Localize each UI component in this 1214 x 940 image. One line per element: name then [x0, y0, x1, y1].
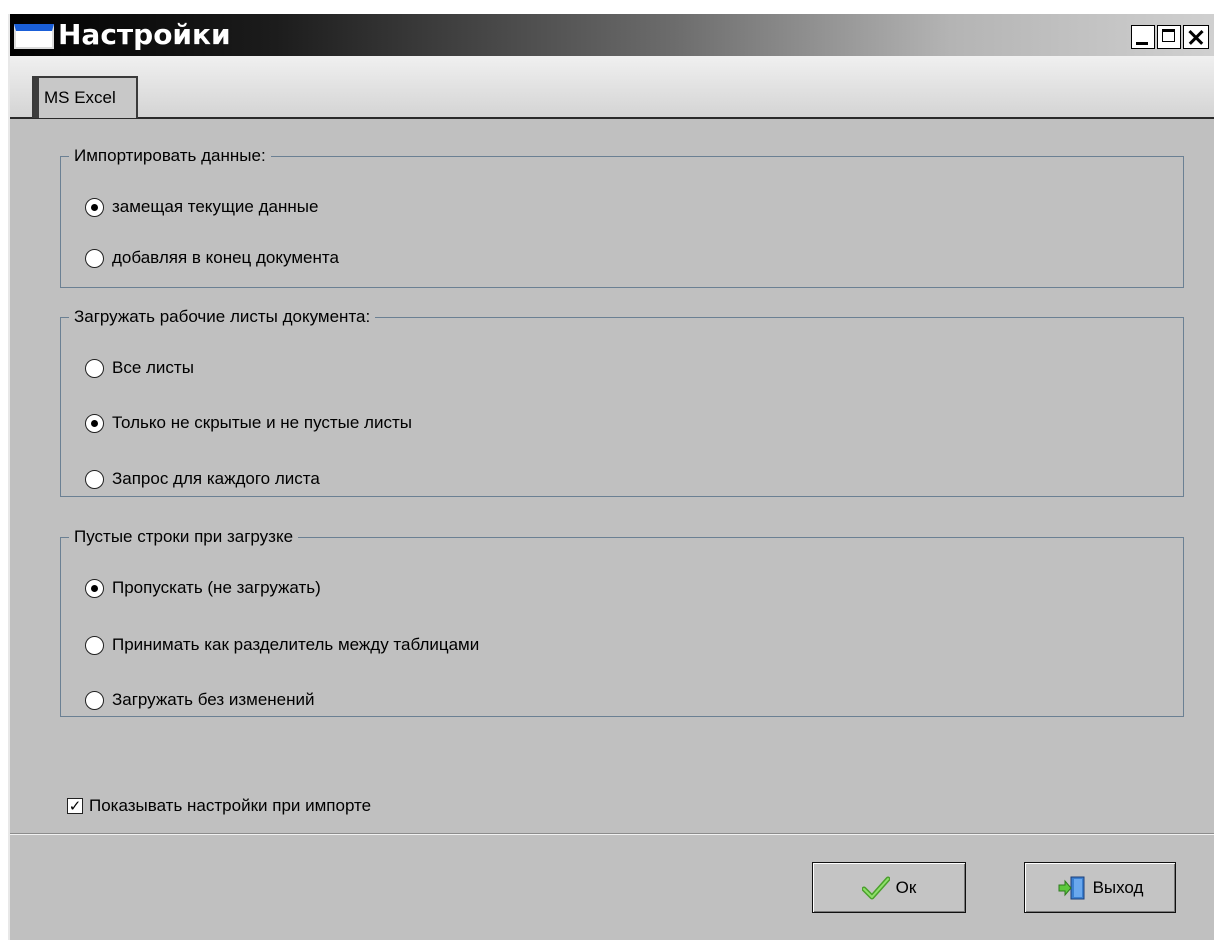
checkbox-label: Показывать настройки при импорте — [89, 796, 372, 815]
exit-button-label: Выход — [1092, 877, 1144, 897]
radio-button[interactable] — [85, 469, 104, 489]
empty-rows-group: Пустые строки при загрузке Пропускать (н… — [60, 526, 1184, 717]
radio-replace-current-data[interactable]: замещая текущие данные — [85, 195, 318, 219]
radio-button[interactable] — [85, 248, 104, 268]
ok-button[interactable]: Ок — [812, 862, 966, 913]
ok-button-label: Ок — [895, 877, 917, 897]
close-button[interactable] — [1183, 25, 1209, 49]
checkmark-icon — [861, 876, 890, 900]
radio-button-checked[interactable] — [85, 578, 104, 598]
radio-all-sheets[interactable]: Все листы — [85, 356, 194, 380]
exit-door-icon — [1057, 875, 1087, 901]
tab-strip — [10, 56, 1214, 119]
radio-table-separator[interactable]: Принимать как разделитель между таблицам… — [85, 633, 479, 657]
radio-label: Принимать как разделитель между таблицам… — [112, 635, 480, 654]
radio-append-to-end[interactable]: добавляя в конец документа — [85, 246, 339, 270]
maximize-button[interactable] — [1157, 25, 1181, 49]
window-title: Настройки — [58, 18, 231, 51]
radio-button[interactable] — [85, 635, 104, 655]
radio-ask-each-sheet[interactable]: Запрос для каждого листа — [85, 467, 320, 491]
radio-label: Пропускать (не загружать) — [112, 578, 321, 597]
radio-visible-nonempty-sheets[interactable]: Только не скрытые и не пустые листы — [85, 411, 412, 435]
settings-dialog: Настройки MS Excel Импортировать данные:… — [8, 14, 1214, 940]
radio-label: Запрос для каждого листа — [112, 469, 320, 488]
exit-button[interactable]: Выход — [1024, 862, 1176, 913]
radio-label: Все листы — [112, 358, 194, 377]
radio-label: Загружать без изменений — [112, 690, 315, 709]
import-data-group: Импортировать данные: замещая текущие да… — [60, 145, 1184, 288]
radio-button-checked[interactable] — [85, 197, 104, 217]
footer-divider — [10, 833, 1214, 835]
radio-label: добавляя в конец документа — [112, 248, 339, 267]
minimize-button[interactable] — [1131, 25, 1155, 49]
radio-load-unchanged[interactable]: Загружать без изменений — [85, 688, 315, 712]
import-data-legend: Импортировать данные: — [69, 145, 271, 167]
radio-label: замещая текущие данные — [112, 197, 319, 216]
load-sheets-group: Загружать рабочие листы документа: Все л… — [60, 306, 1184, 497]
empty-rows-legend: Пустые строки при загрузке — [69, 526, 299, 548]
show-settings-checkbox[interactable]: ✓ Показывать настройки при импорте — [67, 794, 371, 818]
window-app-icon — [14, 24, 54, 49]
load-sheets-legend: Загружать рабочие листы документа: — [69, 306, 376, 328]
radio-button[interactable] — [85, 690, 104, 710]
tab-ms-excel[interactable]: MS Excel — [32, 76, 138, 118]
title-bar[interactable]: Настройки — [10, 14, 1214, 56]
radio-button-checked[interactable] — [85, 413, 104, 433]
radio-label: Только не скрытые и не пустые листы — [112, 413, 412, 432]
radio-skip-empty-rows[interactable]: Пропускать (не загружать) — [85, 576, 321, 600]
checkbox-checked-icon[interactable]: ✓ — [67, 798, 83, 814]
radio-button[interactable] — [85, 358, 104, 378]
